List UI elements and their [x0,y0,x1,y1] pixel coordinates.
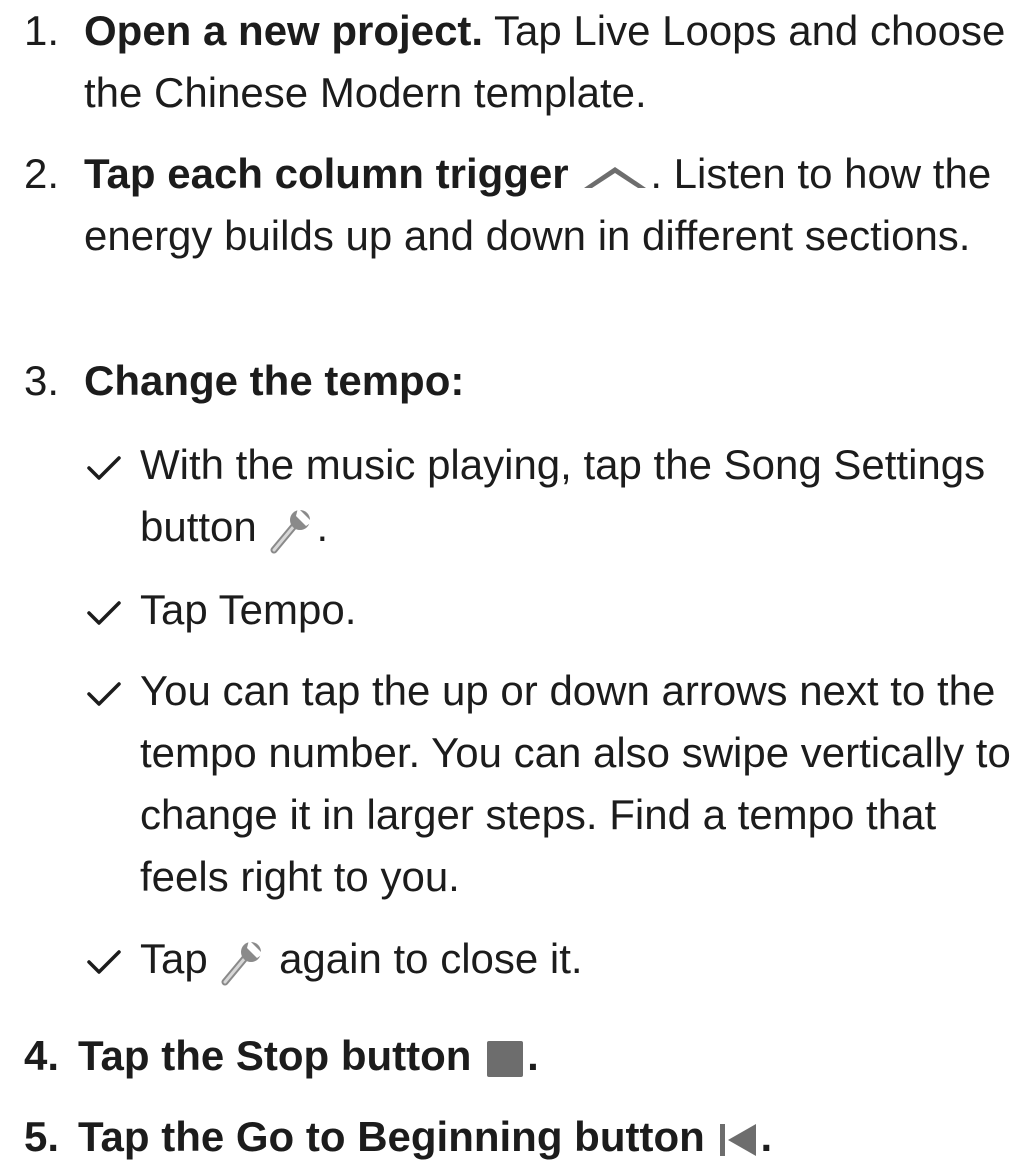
substep-text-after: . [316,503,329,550]
substep-text: You can tap the up or down arrows next t… [140,667,1011,900]
step-title: Tap the Go to Beginning button [78,1113,705,1160]
step-number: 1. [24,7,60,54]
substep-text-before: Tap [140,935,208,982]
wrench-icon [219,938,267,986]
step-number: 4. [24,1032,60,1079]
step-title: Change the tempo: [84,357,465,404]
step-number: 5. [24,1113,60,1160]
step-body: Tap the Stop button . [78,1025,1008,1087]
step-body: Open a new project. Tap Live Loops and c… [84,0,1014,124]
substep-text-before: With the music playing, tap the Song Set… [140,441,986,550]
substep-text: Tap again to close it. [140,928,1020,990]
step-text: . [760,1113,773,1160]
checkmark-icon [86,454,122,482]
stop-icon [483,1037,527,1081]
step-title: Tap each column trigger [84,150,569,197]
wrench-icon [268,506,316,554]
step-text: . [527,1032,539,1079]
go-to-beginning-icon [716,1118,760,1162]
checkmark-icon [86,599,122,627]
step-title: Open a new project. [84,7,484,54]
substep-text-after: again to close it. [279,935,583,982]
instructions-page: 1. Open a new project. Tap Live Loops an… [0,0,1029,1160]
checkmark-icon [86,948,122,976]
checkmark-icon [86,680,122,708]
column-trigger-icon [580,162,650,192]
step-title: Tap the Stop button [78,1032,472,1079]
step-body: Change the tempo: [84,350,1014,412]
step-number: 3. [24,357,60,404]
step-body: Tap the Go to Beginning button . [78,1106,1008,1168]
step-body: Tap each column trigger . Listen to how … [84,143,1014,267]
substep-text: With the music playing, tap the Song Set… [140,434,1020,558]
substep-text: Tap Tempo. [140,586,357,633]
step-number: 2. [24,150,60,197]
